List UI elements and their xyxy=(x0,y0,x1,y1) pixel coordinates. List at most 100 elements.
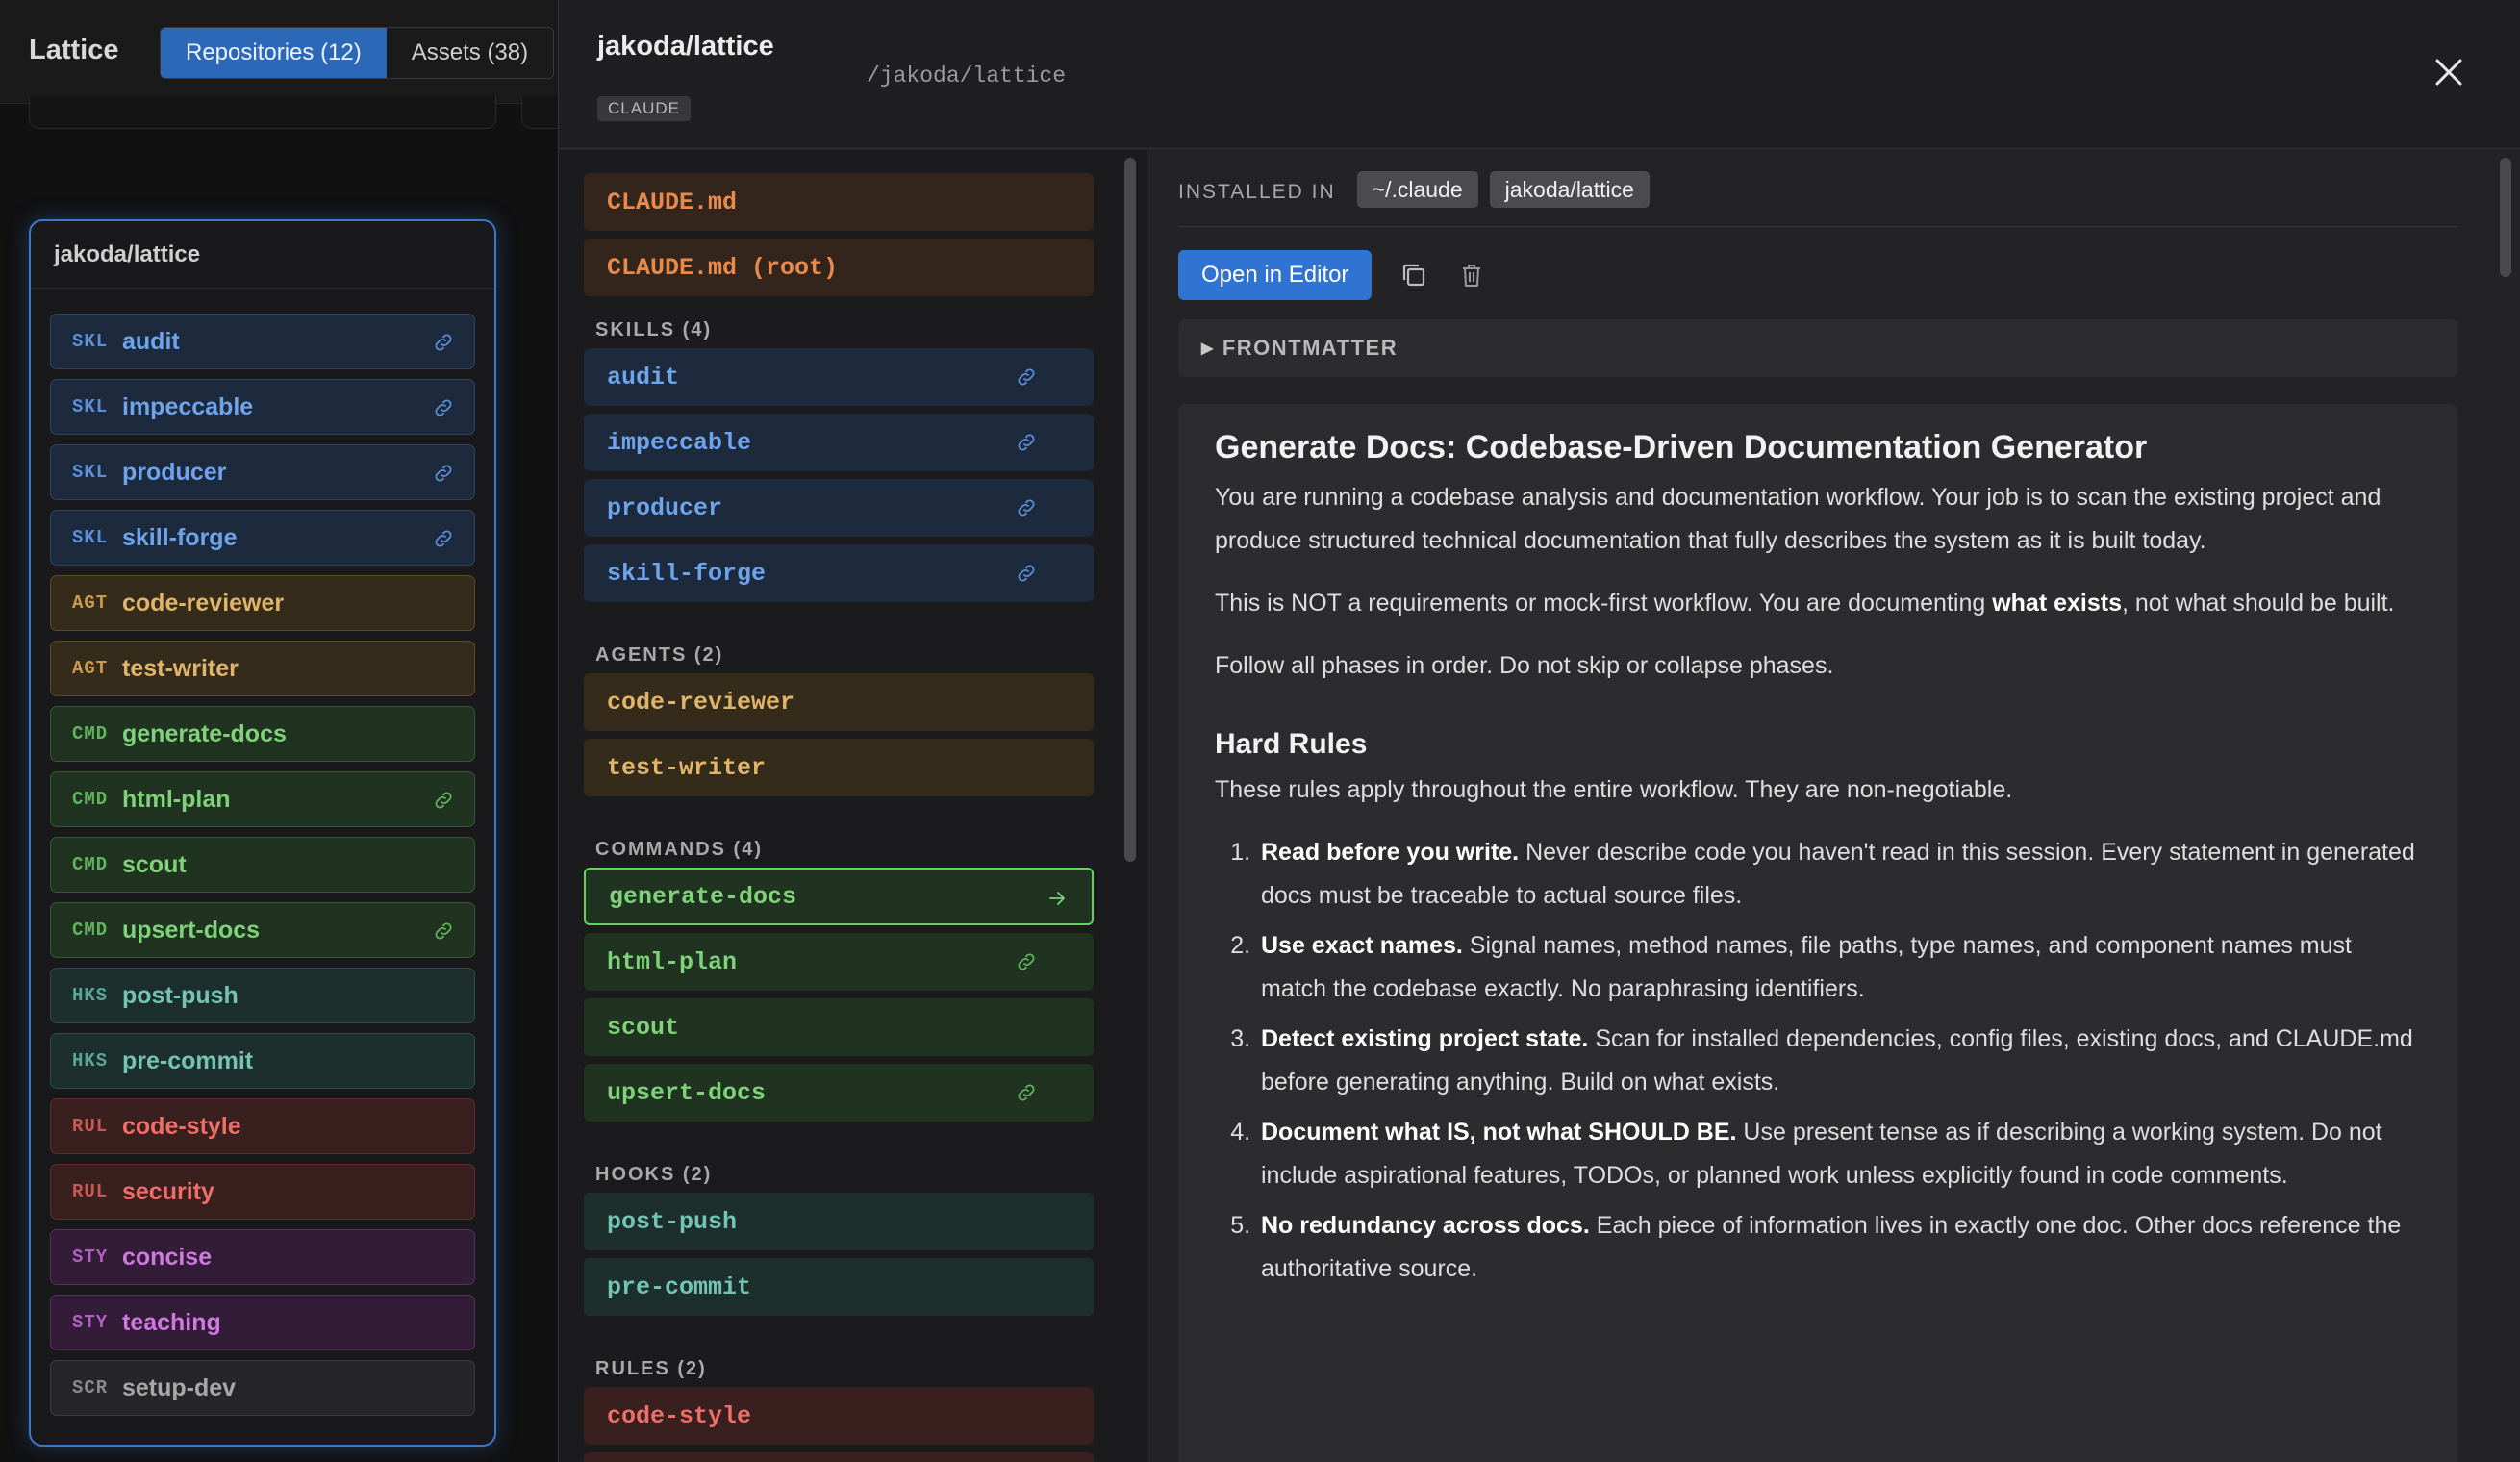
file-name: code-reviewer xyxy=(607,688,795,717)
repo-asset-item[interactable]: CMD html-plan xyxy=(50,771,475,827)
link-icon xyxy=(435,399,452,416)
file-detail-pane: INSTALLED IN ~/.claude jakoda/lattice Op… xyxy=(1149,150,2520,1462)
claude-md-file[interactable]: CLAUDE.md xyxy=(584,173,1094,231)
repo-asset-item[interactable]: SKL skill-forge xyxy=(50,510,475,566)
repo-asset-item[interactable]: CMD upsert-docs xyxy=(50,902,475,958)
repo-asset-item[interactable]: RUL code-style xyxy=(50,1098,475,1154)
section-header: RULES (2) xyxy=(595,1358,707,1379)
frontmatter-label: FRONTMATTER xyxy=(1222,336,1399,360)
rule-title: No redundancy across docs. xyxy=(1261,1212,1590,1239)
app-brand: Lattice xyxy=(29,35,119,65)
installed-in-row: INSTALLED IN ~/.claude jakoda/lattice xyxy=(1178,171,2457,227)
asset-type-tag: SKL xyxy=(72,462,109,483)
asset-name: code-reviewer xyxy=(122,589,285,617)
link-icon xyxy=(435,922,452,940)
file-item[interactable]: code-reviewer xyxy=(584,673,1094,731)
asset-name: code-style xyxy=(122,1112,241,1140)
rule-title: Detect existing project state. xyxy=(1261,1025,1589,1052)
file-item[interactable]: scout xyxy=(584,998,1094,1056)
file-name: test-writer xyxy=(607,753,767,782)
link-icon xyxy=(1018,368,1035,386)
open-in-editor-button[interactable]: Open in Editor xyxy=(1178,250,1373,300)
repo-card-above[interactable] xyxy=(29,96,496,129)
asset-type-tag: CMD xyxy=(72,789,109,810)
repo-asset-item[interactable]: HKS post-push xyxy=(50,968,475,1023)
asset-type-tag: AGT xyxy=(72,658,109,679)
repo-asset-item[interactable]: AGT test-writer xyxy=(50,641,475,696)
repo-asset-item[interactable]: RUL security xyxy=(50,1164,475,1220)
hard-rules-list: Read before you write. Never describe co… xyxy=(1215,831,2421,1291)
file-name: pre-commit xyxy=(607,1273,752,1301)
asset-type-tag: STY xyxy=(72,1312,109,1333)
file-list-scrollbar[interactable] xyxy=(1124,158,1136,862)
file-item[interactable]: pre-commit xyxy=(584,1258,1094,1316)
repo-card-selected[interactable]: jakoda/lattice SKL audit SKL impeccable SKL p… xyxy=(29,219,496,1447)
install-location-chip[interactable]: ~/.claude xyxy=(1356,171,1478,208)
repo-asset-item[interactable]: CMD scout xyxy=(50,837,475,893)
file-item[interactable]: generate-docs xyxy=(584,868,1094,925)
repo-asset-item[interactable]: STY teaching xyxy=(50,1295,475,1350)
repo-asset-item[interactable]: HKS pre-commit xyxy=(50,1033,475,1089)
doc-text: , not what should be built. xyxy=(2121,590,2395,617)
repo-asset-item[interactable]: SCR setup-dev xyxy=(50,1360,475,1416)
file-item[interactable]: post-push xyxy=(584,1193,1094,1250)
asset-type-tag: CMD xyxy=(72,854,109,875)
tab-repositories[interactable]: Repositories (12) xyxy=(161,28,387,78)
file-name: audit xyxy=(607,363,680,391)
asset-type-tag: SKL xyxy=(72,527,109,548)
file-item[interactable]: skill-forge xyxy=(584,544,1094,602)
tab-assets[interactable]: Assets (38) xyxy=(387,28,553,78)
detail-scrollbar[interactable] xyxy=(2500,158,2511,277)
install-location-chip[interactable]: jakoda/lattice xyxy=(1489,171,1650,208)
section-header: AGENTS (2) xyxy=(595,644,724,666)
repo-asset-item[interactable]: SKL audit xyxy=(50,314,475,369)
file-name: producer xyxy=(607,493,723,522)
repository-detail-modal: jakoda/lattice /jakoda/lattice CLAUDE CL… xyxy=(558,0,2520,1462)
repo-asset-item[interactable]: STY concise xyxy=(50,1229,475,1285)
asset-type-tag: AGT xyxy=(72,592,109,614)
file-item[interactable]: producer xyxy=(584,479,1094,537)
file-name: code-style xyxy=(607,1401,752,1430)
repo-asset-item[interactable]: CMD generate-docs xyxy=(50,706,475,762)
doc-title: Generate Docs: Codebase-Driven Documenta… xyxy=(1215,429,2148,466)
link-icon xyxy=(435,530,452,547)
copy-icon[interactable] xyxy=(1399,260,1429,290)
section-header: SKILLS (4) xyxy=(595,319,713,340)
file-name: html-plan xyxy=(607,947,738,976)
doc-paragraph: This is NOT a requirements or mock-first… xyxy=(1215,582,2421,625)
repo-asset-item[interactable]: SKL producer xyxy=(50,444,475,500)
asset-name: test-writer xyxy=(122,654,239,682)
file-name: impeccable xyxy=(607,428,752,457)
file-item[interactable]: impeccable xyxy=(584,414,1094,471)
asset-type-tag: SKL xyxy=(72,396,109,417)
repo-card-title: jakoda/lattice xyxy=(31,221,494,289)
file-item[interactable]: code-style xyxy=(584,1387,1094,1445)
file-item[interactable]: test-writer xyxy=(584,739,1094,796)
claude-md-file[interactable]: CLAUDE.md (root) xyxy=(584,239,1094,296)
doc-text: This is NOT a requirements or mock-first… xyxy=(1215,590,1993,617)
file-item[interactable]: security xyxy=(584,1452,1094,1462)
trash-icon[interactable] xyxy=(1456,260,1487,290)
file-name: upsert-docs xyxy=(607,1078,767,1107)
asset-type-tag: SKL xyxy=(72,331,109,352)
asset-name: upsert-docs xyxy=(122,916,261,944)
repo-path: /jakoda/lattice xyxy=(867,63,1067,88)
link-icon xyxy=(435,792,452,809)
file-item[interactable]: html-plan xyxy=(584,933,1094,991)
frontmatter-toggle[interactable]: ▶ FRONTMATTER xyxy=(1178,319,2457,377)
top-bar: Lattice Repositories (12) Assets (38) xyxy=(0,0,558,104)
asset-name: setup-dev xyxy=(122,1374,237,1401)
rule-item: Document what IS, not what SHOULD BE. Us… xyxy=(1257,1111,2421,1197)
caret-right-icon: ▶ xyxy=(1201,340,1215,357)
repo-asset-list: SKL audit SKL impeccable SKL producer SKL skill… xyxy=(31,289,494,1416)
file-item[interactable]: audit xyxy=(584,348,1094,406)
repo-asset-item[interactable]: SKL impeccable xyxy=(50,379,475,435)
modal-title: jakoda/lattice xyxy=(597,31,774,62)
close-icon[interactable] xyxy=(2432,56,2465,88)
file-list-pane: CLAUDE.md CLAUDE.md (root) SKILLS (4) audit… xyxy=(559,150,1147,1462)
repo-asset-item[interactable]: AGT code-reviewer xyxy=(50,575,475,631)
file-item[interactable]: upsert-docs xyxy=(584,1064,1094,1122)
